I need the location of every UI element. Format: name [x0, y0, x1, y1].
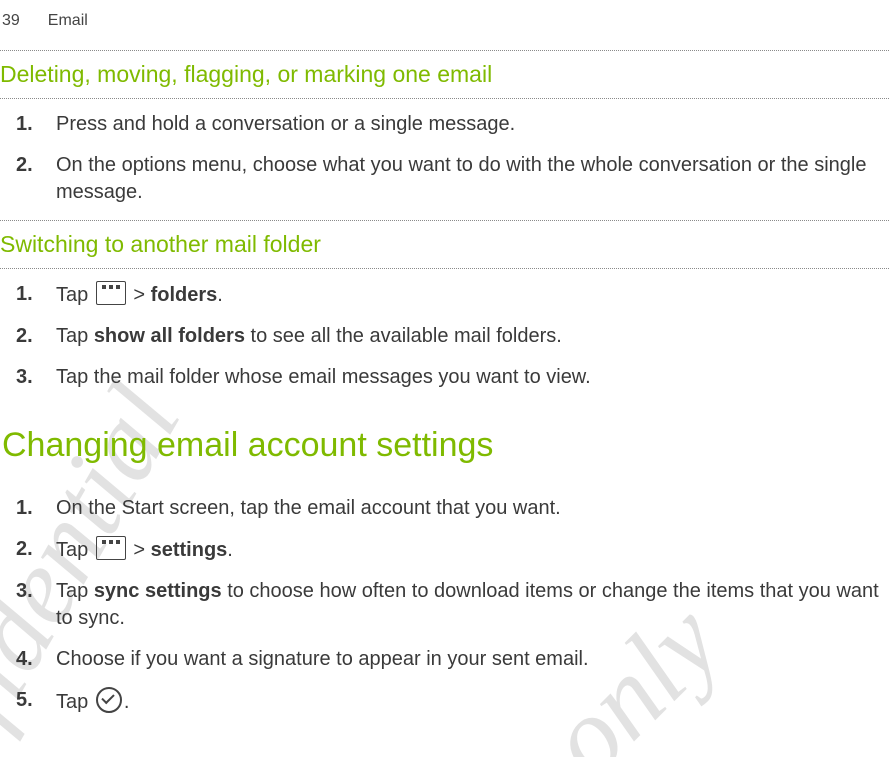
section1-steps: Press and hold a conversation or a singl…	[0, 111, 889, 206]
section3-heading: Changing email account settings	[0, 423, 889, 469]
section1-heading: Deleting, moving, flagging, or marking o…	[0, 59, 889, 90]
text: Tap	[56, 325, 94, 347]
text: to see all the available mail folders.	[245, 325, 562, 347]
text: .	[227, 539, 233, 561]
bold-text: sync settings	[94, 580, 222, 602]
text: .	[124, 691, 130, 713]
page-number: 39	[0, 10, 20, 32]
text: Tap	[56, 284, 94, 306]
section3-step5: Tap .	[38, 687, 883, 716]
section1-step1: Press and hold a conversation or a singl…	[38, 111, 883, 138]
text: .	[217, 284, 223, 306]
bold-text: show all folders	[94, 325, 245, 347]
section2-steps: Tap > folders. Tap show all folders to s…	[0, 281, 889, 391]
section3-step4: Choose if you want a signature to appear…	[38, 646, 883, 673]
section2-heading: Switching to another mail folder	[0, 229, 889, 260]
check-circle-icon	[96, 687, 122, 713]
section3-step2: Tap > settings.	[38, 536, 883, 564]
text: Tap	[56, 691, 94, 713]
chapter-title: Email	[48, 10, 88, 32]
section3-step3: Tap sync settings to choose how often to…	[38, 578, 883, 632]
section2-step2: Tap show all folders to see all the avai…	[38, 323, 883, 350]
section2-step3: Tap the mail folder whose email messages…	[38, 364, 883, 391]
section3-step1: On the Start screen, tap the email accou…	[38, 495, 883, 522]
bold-text: settings	[151, 539, 228, 561]
text: >	[128, 539, 151, 561]
page-container: 39 Email Deleting, moving, flagging, or …	[0, 0, 889, 716]
bold-text: folders	[151, 284, 218, 306]
page-header: 39 Email	[0, 10, 889, 42]
text: Tap	[56, 539, 94, 561]
section-heading-block: Deleting, moving, flagging, or marking o…	[0, 50, 889, 99]
text: >	[128, 284, 151, 306]
section1-step2: On the options menu, choose what you wan…	[38, 152, 883, 206]
section3-steps: On the Start screen, tap the email accou…	[0, 495, 889, 716]
text: Tap	[56, 580, 94, 602]
more-icon	[96, 281, 126, 305]
section-heading-block: Switching to another mail folder	[0, 220, 889, 269]
more-icon	[96, 536, 126, 560]
section2-step1: Tap > folders.	[38, 281, 883, 309]
